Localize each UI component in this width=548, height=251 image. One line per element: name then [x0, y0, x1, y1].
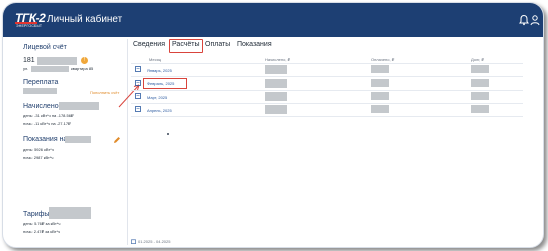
- redacted-readings-date: [65, 136, 91, 143]
- warning-icon[interactable]: !: [81, 57, 88, 64]
- period-selector[interactable]: 01.2025 - 04.2025: [138, 239, 170, 244]
- document-icon[interactable]: [135, 80, 141, 86]
- row-divider: [131, 76, 523, 77]
- redacted-cell: [265, 105, 287, 114]
- account-number: 181: [23, 57, 35, 64]
- redacted-cell: [471, 65, 489, 73]
- document-icon[interactable]: [135, 106, 141, 112]
- row-month[interactable]: Январь, 2025: [147, 68, 172, 73]
- tariff-night: ночь: 2.47₽ за кВт*ч: [23, 229, 61, 234]
- row-highlight-box: [143, 78, 187, 89]
- tariffs-title: Тарифы: [23, 211, 50, 218]
- header-divider: [131, 63, 523, 64]
- row-month[interactable]: Март, 2025: [147, 95, 167, 100]
- account-address-prefix: ул.: [23, 66, 29, 71]
- topup-link[interactable]: Пополнить счёт: [90, 90, 119, 95]
- redacted-tariffs: [49, 207, 91, 219]
- logo-subtext: ЭНЕРГОСБЫТ: [16, 24, 43, 28]
- account-address-suffix: квартира 85: [71, 66, 94, 71]
- row-divider: [131, 103, 523, 104]
- user-icon[interactable]: [529, 14, 541, 26]
- main-content: Сведения Расчёты Оплаты Показания Месяц …: [131, 39, 541, 245]
- account-title: Лицевой счёт: [23, 44, 67, 51]
- tab-payments[interactable]: Оплаты: [205, 41, 230, 48]
- tariff-day: день: 5.76₽ за кВт*ч: [23, 221, 61, 226]
- column-charged: Начислено, ₽: [265, 57, 291, 62]
- tab-info[interactable]: Сведения: [133, 41, 165, 48]
- readings-title: Показания на: [23, 136, 68, 143]
- edit-icon[interactable]: [113, 136, 121, 144]
- top-bar: ТГК-2 ЭНЕРГОСБЫТ Личный кабинет: [3, 3, 543, 37]
- active-tab-highlight: [169, 39, 203, 53]
- redacted-cell: [371, 79, 389, 87]
- redacted-address: [31, 66, 69, 72]
- row-divider: [131, 90, 523, 91]
- account-sidebar: Лицевой счёт 181 ! ул. квартира 85 Переп…: [17, 39, 128, 245]
- mouse-cursor: [167, 133, 169, 135]
- redacted-cell: [471, 92, 489, 100]
- readings-day: день: 5926 кВт*ч: [23, 147, 54, 152]
- redacted-cell: [371, 65, 389, 73]
- app-window: ТГК-2 ЭНЕРГОСБЫТ Личный кабинет Лицевой …: [2, 2, 544, 248]
- overpayment-title: Переплата: [23, 79, 59, 86]
- document-icon[interactable]: [135, 93, 141, 99]
- redacted-cell: [371, 92, 389, 100]
- row-month[interactable]: Апрель, 2025: [147, 108, 172, 113]
- redacted-cell: [265, 92, 287, 101]
- charged-title: Начислено: [23, 103, 59, 110]
- company-logo[interactable]: ТГК-2 ЭНЕРГОСБЫТ: [15, 11, 46, 31]
- redacted-account-number: [37, 57, 77, 65]
- redacted-cell: [265, 79, 287, 88]
- document-icon[interactable]: [135, 66, 141, 72]
- redacted-cell: [371, 105, 389, 113]
- calendar-icon[interactable]: [131, 239, 136, 244]
- redacted-cell: [265, 65, 287, 74]
- column-paid: Оплачено, ₽: [371, 57, 395, 62]
- app-title: Личный кабинет: [47, 14, 123, 25]
- column-debt: Долг, ₽: [471, 57, 484, 62]
- redacted-charged: [59, 102, 99, 110]
- charged-night: ночь: -11 кВт*ч на -27.17₽: [23, 121, 71, 126]
- redacted-cell: [471, 79, 489, 87]
- charged-day: день: -31 кВт*ч на -178.56₽: [23, 113, 74, 118]
- readings-night: ночь: 2987 кВт*ч: [23, 155, 54, 160]
- row-divider: [131, 116, 523, 117]
- tab-readings[interactable]: Показания: [237, 41, 272, 48]
- column-month: Месяц: [149, 57, 162, 62]
- redacted-cell: [471, 105, 489, 113]
- redacted-overpayment: [23, 88, 57, 94]
